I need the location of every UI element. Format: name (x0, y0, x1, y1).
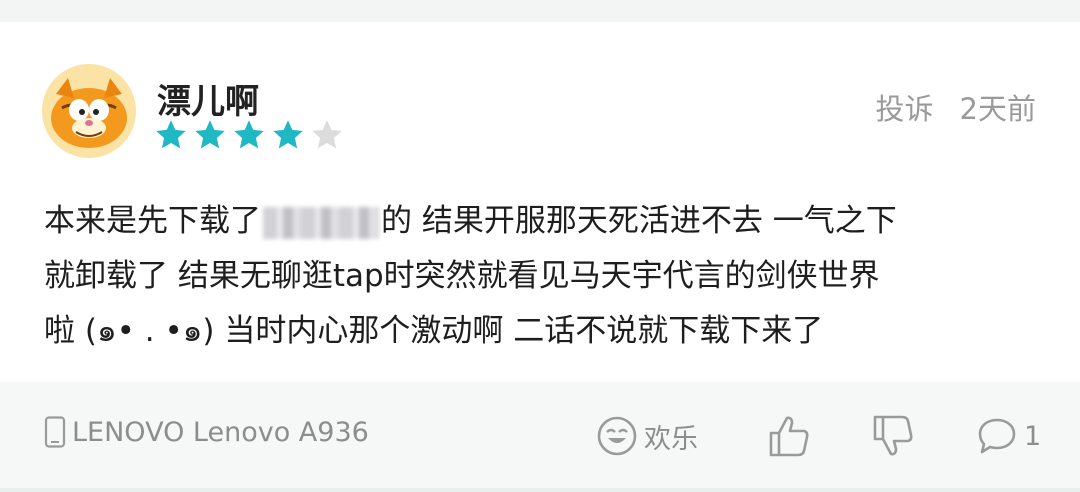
device-info: LENOVO Lenovo A936 (44, 416, 369, 448)
garfield-avatar-icon (42, 64, 136, 158)
star-filled-icon (195, 120, 225, 149)
star-filled-icon (234, 120, 264, 149)
review-footer: LENOVO Lenovo A936 欢乐 1 (0, 382, 1080, 492)
like-button[interactable] (768, 408, 810, 464)
review-text-segment: 本来是先下载了 (44, 203, 261, 239)
review-text: 本来是先下载了 的 结果开服那天死活进不去 一气之下 就卸载了 结果无聊逛tap时… (44, 194, 1044, 359)
review-text-line: 本来是先下载了 的 结果开服那天死活进不去 一气之下 (44, 194, 1044, 249)
star-empty-icon (312, 120, 342, 149)
review-page: 漂儿啊 投诉 2天前 本来是先下载了 的 结果开服那天死活进不去 一气之下 就卸载… (0, 0, 1080, 492)
funny-label: 欢乐 (644, 423, 698, 455)
thumbs-down-icon (872, 414, 914, 458)
review-text-line: 啦 (๑• . •๑) 当时内心那个激动啊 二话不说就下载下来了 (44, 313, 824, 349)
smiley-icon (596, 415, 638, 457)
review-meta: 投诉 2天前 (876, 86, 1036, 128)
star-filled-icon (156, 120, 186, 149)
user-avatar[interactable] (42, 64, 136, 158)
review-actions: 欢乐 1 (596, 408, 1046, 464)
review-text-segment: 的 结果开服那天死活进不去 一气之下 (381, 203, 897, 239)
device-name: LENOVO Lenovo A936 (72, 416, 369, 448)
report-link[interactable]: 投诉 (876, 86, 934, 128)
footer-divider (0, 488, 1080, 492)
review-text-line: 就卸载了 结果无聊逛tap时突然就看见马天宇代言的剑侠世界 (44, 258, 880, 294)
rating-stars (153, 117, 345, 153)
username[interactable]: 漂儿啊 (157, 74, 259, 123)
review-time: 2天前 (959, 92, 1036, 126)
thumbs-up-icon (768, 414, 810, 458)
funny-button[interactable]: 欢乐 (596, 408, 698, 464)
comment-bubble-icon (976, 416, 1018, 456)
review-card: 漂儿啊 投诉 2天前 本来是先下载了 的 结果开服那天死活进不去 一气之下 就卸载… (0, 22, 1080, 382)
phone-icon (44, 416, 66, 448)
reply-button[interactable]: 1 (976, 408, 1041, 464)
star-filled-icon (273, 120, 303, 149)
dislike-button[interactable] (872, 408, 914, 464)
blurred-game-name (263, 206, 379, 239)
top-divider (0, 0, 1080, 22)
reply-count: 1 (1024, 420, 1042, 452)
